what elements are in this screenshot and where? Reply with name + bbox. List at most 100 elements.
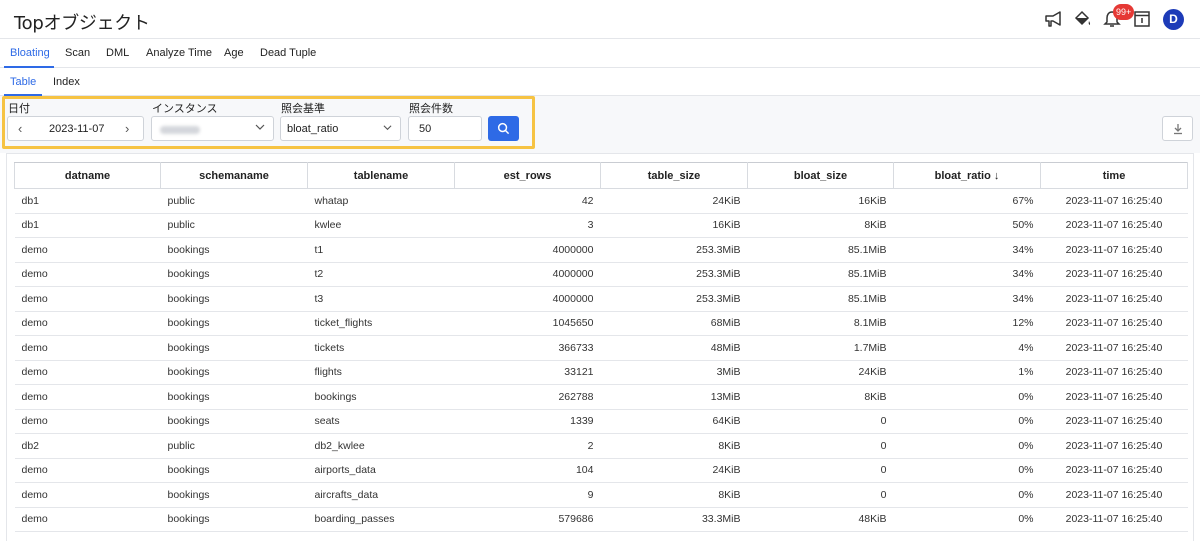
column-header[interactable]: bloat_size (747, 162, 894, 189)
table-cell: 48KiB (747, 507, 894, 532)
date-value[interactable]: 2023-11-07 (49, 123, 104, 135)
table-cell: aircrafts_data (307, 482, 455, 508)
table-cell: bookings (160, 360, 308, 385)
page-title: Topオブジェクト (14, 13, 150, 34)
table-cell: 34% (893, 237, 1041, 263)
app-header: Topオブジェクト 99+ D (0, 0, 1200, 39)
table-cell: 1.7MiB (747, 335, 894, 361)
table-cell: bookings (160, 409, 308, 434)
criteria-select[interactable]: bloat_ratio (280, 116, 401, 141)
tab-scan[interactable]: Scan (65, 47, 90, 59)
table-cell: 34% (893, 262, 1041, 287)
table-cell: 0% (893, 507, 1041, 532)
tab-analyze-time[interactable]: Analyze Time (146, 47, 212, 59)
table-cell: 8KiB (747, 384, 894, 410)
table-cell: 0% (893, 482, 1041, 508)
table-cell: 33.3MiB (600, 507, 748, 532)
instance-value-redacted (160, 124, 200, 136)
table-cell: 8KiB (600, 433, 748, 459)
table-cell: 2023-11-07 16:25:40 (1040, 286, 1188, 312)
table-cell: demo (14, 262, 161, 287)
table-row[interactable]: demo bookings bookings 262788 13MiB 8KiB 0% 202… (14, 384, 1188, 410)
table-cell: 253.3MiB (600, 262, 748, 287)
table-cell: bookings (160, 507, 308, 532)
chevron-right-icon[interactable]: › (125, 121, 129, 136)
table-row[interactable]: demo bookings ticket_flights 1045650 68MiB 8.… (14, 311, 1188, 336)
table-row[interactable]: demo bookings tickets 366733 48MiB 1.7MiB 4% 20… (14, 335, 1188, 361)
paint-bucket-icon[interactable] (1071, 8, 1093, 30)
table-cell: 16KiB (747, 188, 894, 214)
count-label: 照会件数 (409, 103, 453, 115)
table-cell: 0% (893, 433, 1041, 459)
tab-age[interactable]: Age (224, 47, 244, 59)
table-cell: bookings (160, 384, 308, 410)
table-cell: 68MiB (600, 311, 748, 336)
table-cell: 0 (747, 458, 894, 483)
table-cell: 2023-11-07 16:25:40 (1040, 360, 1188, 385)
bloating-table: datname schemaname tablename est_rows table_… (14, 162, 1188, 532)
table-cell: demo (14, 458, 161, 483)
column-header[interactable]: tablename (307, 162, 455, 189)
table-cell: 48MiB (600, 335, 748, 361)
column-header[interactable]: datname (14, 162, 161, 189)
table-cell: 2023-11-07 16:25:40 (1040, 482, 1188, 508)
table-row[interactable]: db1 public whatap 42 24KiB 16KiB 67% 2023-11-07… (14, 188, 1188, 214)
table-cell: 33121 (454, 360, 601, 385)
table-row[interactable]: demo bookings aircrafts_data 9 8KiB 0 0% 2023-1… (14, 482, 1188, 508)
table-row[interactable]: db1 public kwlee 3 16KiB 8KiB 50% 2023-11-07 16… (14, 213, 1188, 238)
table-cell: demo (14, 507, 161, 532)
column-header[interactable]: table_size (600, 162, 748, 189)
table-row[interactable]: demo bookings t3 4000000 253.3MiB 85.1MiB 34% 2… (14, 286, 1188, 312)
table-cell: 0 (747, 433, 894, 459)
column-header[interactable]: bloat_ratio ↓ (893, 162, 1041, 189)
column-header[interactable]: est_rows (454, 162, 601, 189)
primary-tabs: Bloating Scan DML Analyze Time Age Dead … (0, 39, 1200, 68)
tab-index[interactable]: Index (53, 76, 80, 88)
table-row[interactable]: demo bookings boarding_passes 579686 33.3MiB… (14, 507, 1188, 532)
table-row[interactable]: db2 public db2_kwlee 2 8KiB 0 0% 2023-11-07 16:… (14, 433, 1188, 459)
info-panel-icon[interactable] (1131, 8, 1153, 30)
column-header[interactable]: time (1040, 162, 1188, 189)
table-panel: datname schemaname tablename est_rows table_… (6, 153, 1194, 541)
table-row[interactable]: demo bookings t1 4000000 253.3MiB 85.1MiB 34% 2… (14, 237, 1188, 263)
table-cell: 24KiB (600, 188, 748, 214)
table-cell: 9 (454, 482, 601, 508)
count-input[interactable]: 50 (408, 116, 482, 141)
table-body: db1 public whatap 42 24KiB 16KiB 67% 2023-11-07… (14, 188, 1188, 532)
table-cell: ticket_flights (307, 311, 455, 336)
table-cell: 42 (454, 188, 601, 214)
column-header[interactable]: schemaname (160, 162, 308, 189)
table-cell: 0% (893, 458, 1041, 483)
table-row[interactable]: demo bookings airports_data 104 24KiB 0 0% 2023… (14, 458, 1188, 483)
table-row[interactable]: demo bookings seats 1339 64KiB 0 0% 2023-11-07 … (14, 409, 1188, 434)
table-cell: 2023-11-07 16:25:40 (1040, 262, 1188, 287)
table-cell: 0 (747, 482, 894, 508)
tab-bloating[interactable]: Bloating (10, 47, 50, 59)
table-cell: bookings (160, 262, 308, 287)
table-cell: 1% (893, 360, 1041, 385)
search-button[interactable] (488, 116, 519, 141)
table-cell: bookings (160, 286, 308, 312)
megaphone-icon[interactable] (1043, 8, 1065, 30)
table-cell: 85.1MiB (747, 262, 894, 287)
tab-dml[interactable]: DML (106, 47, 129, 59)
table-cell: public (160, 433, 308, 459)
table-cell: 64KiB (600, 409, 748, 434)
table-cell: 0 (747, 409, 894, 434)
tab-dead-tuple[interactable]: Dead Tuple (260, 47, 316, 59)
instance-select[interactable] (151, 116, 274, 141)
avatar[interactable]: D (1163, 9, 1184, 30)
tab-table[interactable]: Table (10, 76, 36, 88)
download-button[interactable] (1162, 116, 1193, 141)
table-cell: 0% (893, 384, 1041, 410)
table-row[interactable]: demo bookings t2 4000000 253.3MiB 85.1MiB 34% 2… (14, 262, 1188, 287)
table-cell: 8KiB (747, 213, 894, 238)
table-cell: 4% (893, 335, 1041, 361)
table-cell: db1 (14, 188, 161, 214)
table-row[interactable]: demo bookings flights 33121 3MiB 24KiB 1% 2023-… (14, 360, 1188, 385)
search-icon (497, 122, 510, 135)
chevron-left-icon[interactable]: ‹ (18, 121, 22, 136)
table-cell: demo (14, 335, 161, 361)
table-cell: 34% (893, 286, 1041, 312)
table-header-row: datname schemaname tablename est_rows table_… (14, 162, 1188, 189)
